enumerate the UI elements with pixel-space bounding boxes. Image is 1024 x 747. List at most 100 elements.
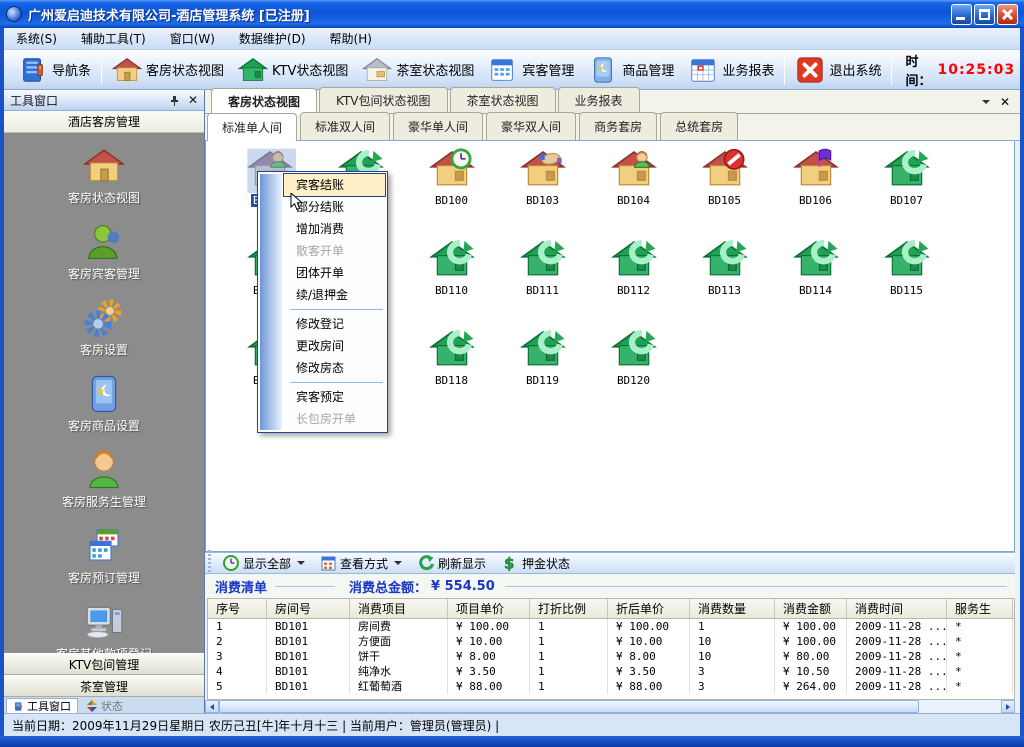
table-column-header[interactable]: 打折比例	[530, 599, 608, 618]
sidebar-group-bar[interactable]: KTV包间管理	[4, 653, 204, 675]
scroll-left-button[interactable]	[205, 700, 219, 713]
view-tab[interactable]: KTV包间状态视图	[319, 87, 447, 113]
context-menu-item[interactable]: 宾客预定	[284, 386, 385, 408]
table-column-header[interactable]: 消费数量	[690, 599, 775, 618]
total-value: ¥ 554.50	[431, 579, 495, 594]
minimize-button[interactable]	[951, 4, 972, 25]
room-type-tab[interactable]: 豪华双人间	[486, 112, 576, 140]
menu-item[interactable]: 帮助(H)	[318, 27, 384, 50]
room-type-tab[interactable]: 豪华单人间	[393, 112, 483, 140]
sidebar-item[interactable]: 客房预订管理	[4, 525, 204, 586]
room-BD115[interactable]: BD115	[861, 235, 952, 327]
table-column-header[interactable]: 服务生	[947, 599, 1013, 618]
pin-icon[interactable]	[169, 95, 180, 106]
sidebar-group-bar[interactable]: 茶室管理	[4, 675, 204, 697]
room-BD106[interactable]: BD106	[770, 145, 861, 237]
red-house-icon	[112, 55, 142, 85]
toolbar-button[interactable]: 导航条	[11, 53, 98, 87]
sidebar-item[interactable]: 客房状态视图	[4, 145, 204, 206]
table-column-header[interactable]: 消费时间	[847, 599, 947, 618]
toolbar-button[interactable]: 宾客管理	[481, 53, 581, 87]
table-column-header[interactable]: 序号	[208, 599, 267, 618]
room-label: BD113	[708, 284, 741, 297]
view-tab[interactable]: 茶室状态视图	[450, 87, 556, 113]
room-type-tab[interactable]: 总统套房	[660, 112, 738, 140]
room-BD104[interactable]: BD104	[588, 145, 679, 237]
table-row[interactable]: 1BD101房间费¥ 100.001¥ 100.001¥ 100.002009-…	[208, 619, 1014, 634]
scroll-right-button[interactable]	[1001, 700, 1015, 713]
menu-item[interactable]: 数据维护(D)	[227, 27, 318, 50]
table-column-header[interactable]: 消费项目	[350, 599, 448, 618]
sidebar-item[interactable]: 客房其他款项登记	[4, 601, 204, 653]
sidebar-bottom-tab[interactable]: 工具窗口	[6, 698, 78, 713]
view-tab[interactable]: 业务报表	[558, 87, 640, 113]
view-tab[interactable]: 客房状态视图	[211, 88, 317, 114]
menu-item[interactable]: 窗口(W)	[158, 27, 227, 50]
table-row[interactable]: 5BD101红葡萄酒¥ 88.001¥ 88.003¥ 264.002009-1…	[208, 679, 1014, 694]
room-BD119[interactable]: BD119	[497, 325, 588, 417]
table-row[interactable]: 2BD101方便面¥ 10.001¥ 10.0010¥ 100.002009-1…	[208, 634, 1014, 649]
room-BD112[interactable]: BD112	[588, 235, 679, 327]
table-cell: 2009-11-28 ...	[847, 649, 947, 664]
toolbar-button[interactable]: 商品管理	[581, 53, 681, 87]
list-toolbar-button[interactable]: 显示全部	[215, 555, 313, 572]
room-label: BD119	[526, 374, 559, 387]
context-menu-item[interactable]: 增加消费	[284, 218, 385, 240]
toolbar-button[interactable]: 茶室状态视图	[355, 53, 481, 87]
context-menu-item[interactable]: 续/退押金	[284, 284, 385, 306]
table-column-header[interactable]: 消费金额	[775, 599, 847, 618]
maximize-button[interactable]	[974, 4, 995, 25]
table-row[interactable]: 4BD101纯净水¥ 3.501¥ 3.503¥ 10.502009-11-28…	[208, 664, 1014, 679]
room-BD118[interactable]: BD118	[406, 325, 497, 417]
list-toolbar-button[interactable]: 刷新显示	[410, 555, 494, 572]
context-menu-item[interactable]: 更改房间	[284, 335, 385, 357]
close-button[interactable]	[997, 4, 1018, 25]
room-BD111[interactable]: BD111	[497, 235, 588, 327]
room-BD110[interactable]: BD110	[406, 235, 497, 327]
horizontal-scrollbar[interactable]	[205, 700, 1015, 713]
table-column-header[interactable]: 房间号	[267, 599, 350, 618]
list-toolbar-button[interactable]: 查看方式	[313, 555, 410, 572]
blue-device-icon	[83, 373, 125, 415]
table-column-header[interactable]: 折后单价	[608, 599, 690, 618]
sidebar-item[interactable]: 客房设置	[4, 297, 204, 358]
scrollbar-track[interactable]	[919, 700, 1001, 713]
toolbar-button[interactable]: 业务报表	[681, 53, 781, 87]
room-type-tab[interactable]: 标准双人间	[300, 112, 390, 140]
panel-close-icon[interactable]: ✕	[188, 93, 198, 107]
table-cell: *	[947, 664, 1013, 679]
sidebar-item[interactable]: 客房服务生管理	[4, 449, 204, 510]
table-column-header[interactable]: 项目单价	[448, 599, 530, 618]
menu-item[interactable]: 系统(S)	[4, 27, 69, 50]
table-cell: 红葡萄酒	[350, 679, 448, 694]
table-cell: 纯净水	[350, 664, 448, 679]
sidebar-item[interactable]: 客房商品设置	[4, 373, 204, 434]
room-type-tab[interactable]: 商务套房	[579, 112, 657, 140]
room-BD120[interactable]: BD120	[588, 325, 679, 417]
tabstrip-dropdown-icon[interactable]	[982, 100, 990, 104]
room-status-icon	[790, 145, 842, 193]
sidebar-item[interactable]: 客房宾客管理	[4, 221, 204, 282]
table-row[interactable]: 3BD101饼干¥ 8.001¥ 8.0010¥ 80.002009-11-28…	[208, 649, 1014, 664]
room-BD107[interactable]: BD107	[861, 145, 952, 237]
room-BD103[interactable]: BD103	[497, 145, 588, 237]
room-BD100[interactable]: BD100	[406, 145, 497, 237]
context-menu-item[interactable]: 修改房态	[284, 357, 385, 379]
room-BD105[interactable]: BD105	[679, 145, 770, 237]
room-label: BD107	[890, 194, 923, 207]
context-menu-item[interactable]: 修改登记	[284, 313, 385, 335]
scrollbar-thumb[interactable]	[219, 700, 919, 713]
toolbar-button[interactable]: 退出系统	[788, 53, 888, 87]
tabstrip-close-icon[interactable]: ✕	[1000, 95, 1010, 109]
sidebar-bottom-tab[interactable]: 状态	[80, 698, 129, 713]
room-BD114[interactable]: BD114	[770, 235, 861, 327]
menu-item[interactable]: 辅助工具(T)	[69, 27, 158, 50]
list-toolbar-button[interactable]: $押金状态	[494, 555, 578, 572]
toolbar-button[interactable]: 客房状态视图	[105, 53, 231, 87]
room-type-tab[interactable]: 标准单人间	[207, 113, 297, 141]
room-label: BD111	[526, 284, 559, 297]
room-BD113[interactable]: BD113	[679, 235, 770, 327]
toolbar-button[interactable]: KTV状态视图	[231, 53, 355, 87]
table-cell: 饼干	[350, 649, 448, 664]
context-menu-item[interactable]: 团体开单	[284, 262, 385, 284]
